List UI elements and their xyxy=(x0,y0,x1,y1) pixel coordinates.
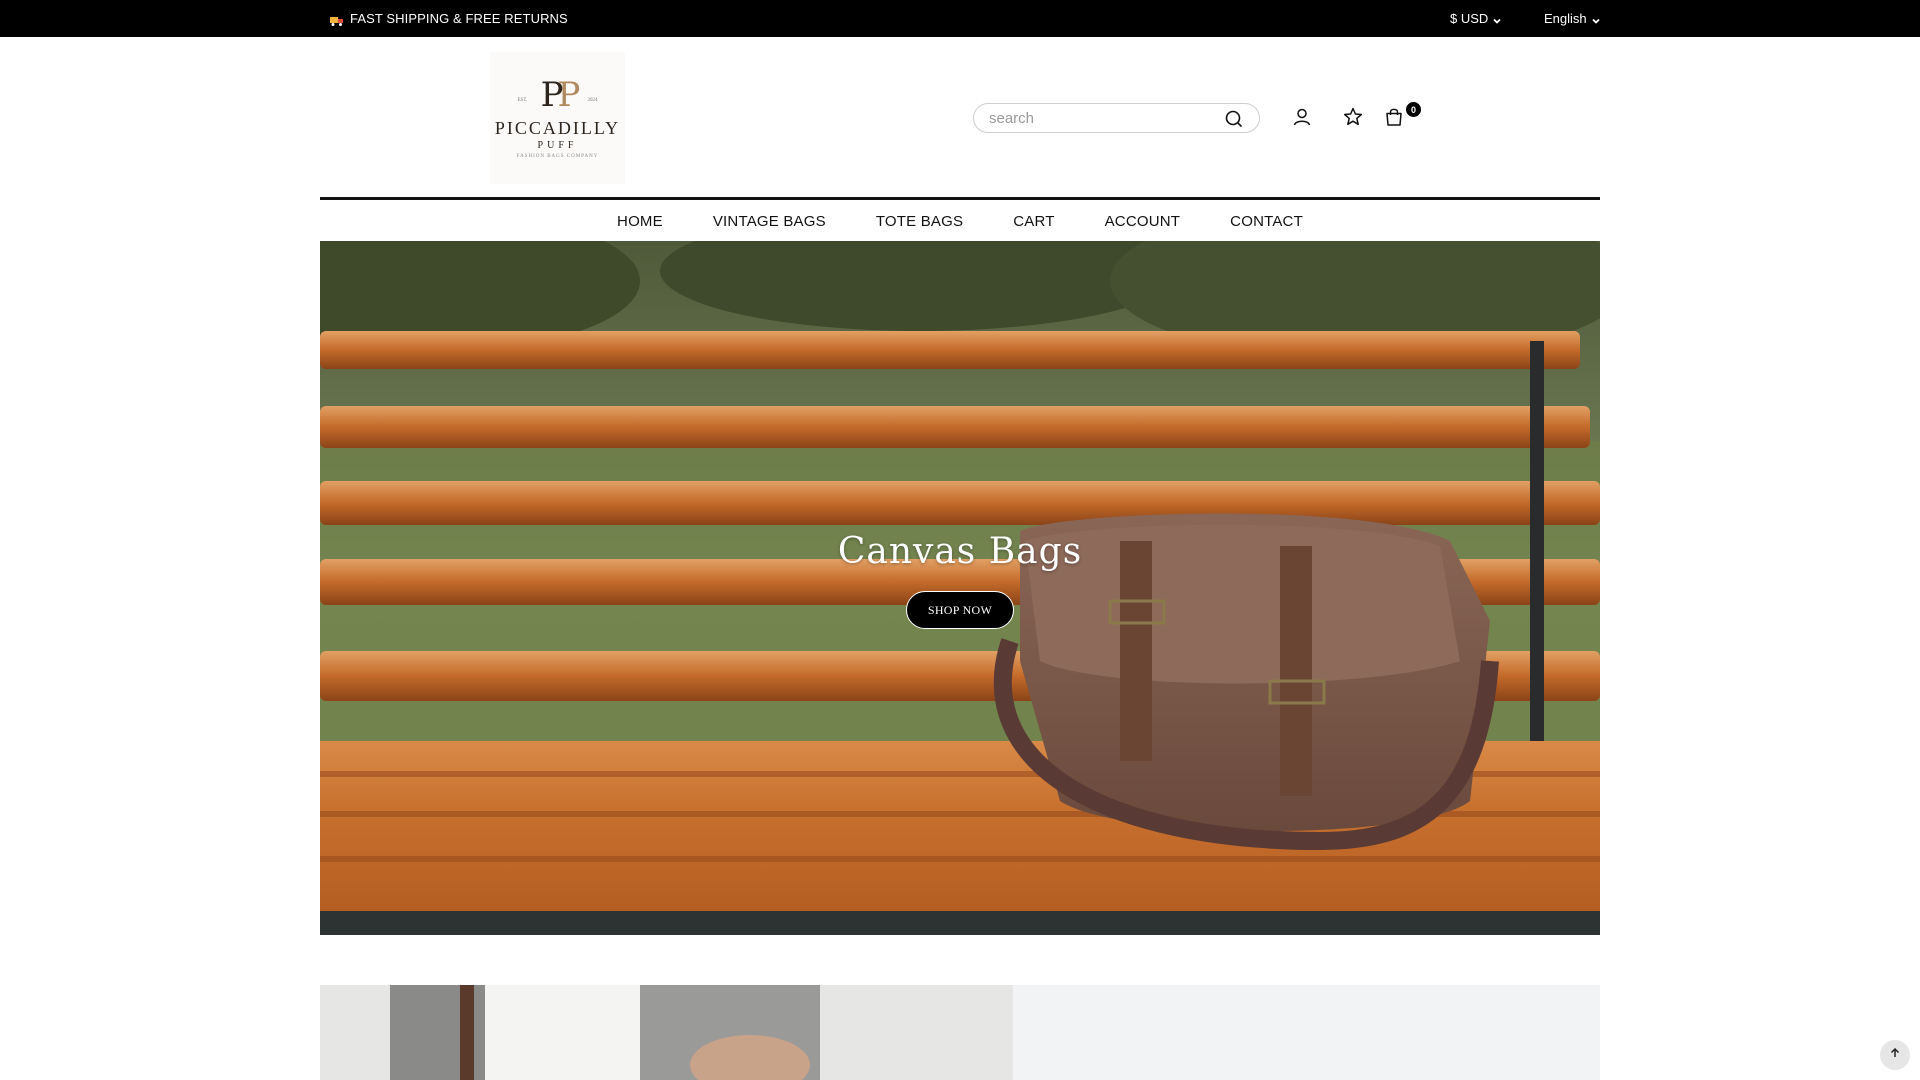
truck-icon xyxy=(330,14,344,26)
logo-established: EST. 2024 xyxy=(517,98,598,103)
user-icon[interactable] xyxy=(1291,106,1313,128)
logo-tagline: FASHION BAGS COMPANY xyxy=(516,153,599,159)
main-nav: HOME VINTAGE BAGS TOTE BAGS CART ACCOUNT… xyxy=(320,200,1600,242)
currency-label: $ USD xyxy=(1450,11,1489,26)
search-icon[interactable] xyxy=(1224,109,1244,129)
chevron-down-icon xyxy=(1591,14,1601,24)
promo-panel xyxy=(1013,985,1600,1080)
arrow-up-icon xyxy=(1889,1046,1901,1064)
nav-item-contact[interactable]: CONTACT xyxy=(1230,213,1303,230)
promo-image[interactable] xyxy=(320,985,1013,1080)
search-input[interactable] xyxy=(989,108,1209,128)
nav-item-account[interactable]: ACCOUNT xyxy=(1105,213,1181,230)
logo-monogram: PP xyxy=(540,74,581,115)
logo-brand-name: PICCADILLY xyxy=(494,117,621,138)
scroll-to-top-button[interactable] xyxy=(1880,1040,1910,1070)
currency-selector[interactable]: $ USD xyxy=(1450,0,1502,37)
hero-image xyxy=(320,241,1600,935)
announcement-bar: FAST SHIPPING & FREE RETURNS $ USD Engli… xyxy=(0,0,1920,37)
shopping-bag-icon[interactable] xyxy=(1383,106,1405,128)
shop-now-button[interactable]: SHOP NOW xyxy=(906,591,1014,629)
nav-item-cart[interactable]: CART xyxy=(1013,213,1054,230)
chevron-down-icon xyxy=(1492,14,1502,24)
site-logo[interactable]: PP EST. 2024 PICCADILLY PUFF FASHION BAGS… xyxy=(490,52,625,184)
announcement-text: FAST SHIPPING & FREE RETURNS xyxy=(350,11,568,26)
nav-item-tote-bags[interactable]: TOTE BAGS xyxy=(876,213,963,230)
cart-count-badge: 0 xyxy=(1406,102,1421,117)
language-selector[interactable]: English xyxy=(1544,0,1601,37)
nav-item-vintage-bags[interactable]: VINTAGE BAGS xyxy=(713,213,826,230)
language-label: English xyxy=(1544,11,1587,26)
hero-title: Canvas Bags xyxy=(837,531,1083,572)
star-icon[interactable] xyxy=(1342,106,1364,128)
announcement: FAST SHIPPING & FREE RETURNS xyxy=(330,0,568,37)
nav-item-home[interactable]: HOME xyxy=(617,213,663,230)
logo-sub-name: PUFF xyxy=(537,139,578,151)
hero-banner[interactable]: Canvas Bags SHOP NOW xyxy=(320,241,1600,935)
search-bar xyxy=(973,103,1260,133)
